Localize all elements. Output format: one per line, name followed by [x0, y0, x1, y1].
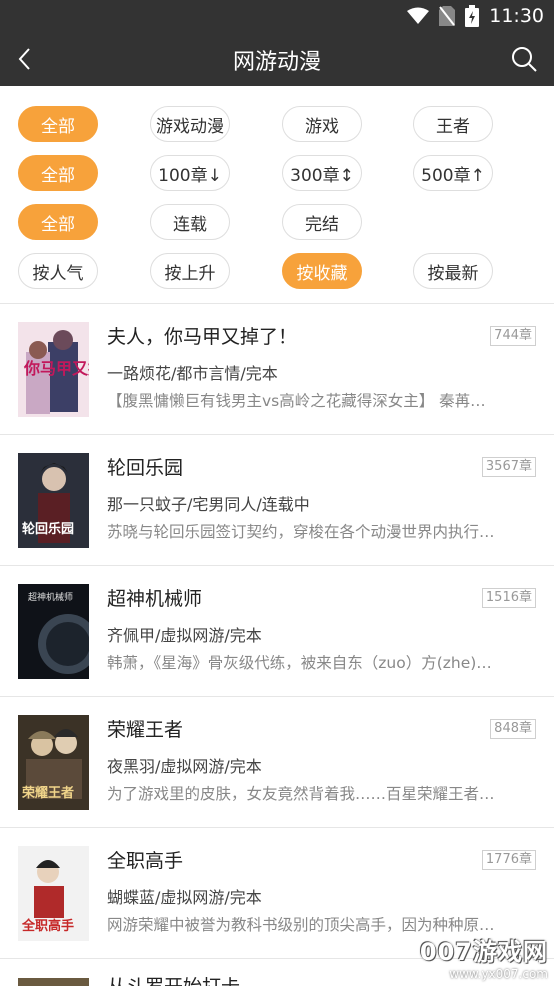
book-cover: 全职高手 [18, 846, 89, 941]
watermark-url: www.yx007.com [449, 967, 548, 981]
filter-category-game[interactable]: 游戏 [282, 106, 362, 142]
filter-length-500[interactable]: 500章↑ [413, 155, 493, 191]
chapter-count-badge: 3567章 [481, 457, 536, 477]
book-meta: 一路烦花/都市言情/完本 [107, 364, 278, 383]
book-title: 轮回乐园 [107, 457, 184, 479]
filter-length-100[interactable]: 100章↓ [150, 155, 230, 191]
filter-status-ongoing[interactable]: 连载 [150, 204, 230, 240]
no-sim-icon [439, 6, 456, 26]
book-cover: 荣耀王者 [18, 715, 89, 810]
book-title: 从斗罗开始打卡 [107, 972, 240, 986]
filter-panel: 全部 游戏动漫 游戏 王者 全部 100章↓ 300章↕ 500章↑ 全部 连载… [0, 86, 554, 304]
cover-title-text: 全职高手 [21, 918, 74, 934]
chapter-count-badge: 848章 [490, 719, 536, 739]
filter-category-game-anime[interactable]: 游戏动漫 [150, 106, 230, 142]
filter-category-all[interactable]: 全部 [18, 106, 98, 142]
chapter-count-badge: 744章 [490, 326, 536, 346]
book-description: 【腹黑慵懒巨有钱男主vs高岭之花藏得深女主】 秦苒… [107, 392, 486, 410]
book-description: 韩萧，《星海》骨灰级代练，被来自东（zuo）方(zhe)… [107, 654, 492, 672]
book-item[interactable]: 轮回乐园 轮回乐园 3567章 那一只蚊子/宅男同人/连载中 苏晓与轮回乐园签订… [0, 435, 554, 566]
cover-title-text: 你马甲又掉了 [23, 359, 89, 378]
book-title: 夫人，你马甲又掉了！ [107, 326, 298, 348]
search-button[interactable] [508, 43, 540, 75]
book-description: 苏晓与轮回乐园签订契约，穿梭在各个动漫世界内执行… [107, 523, 495, 541]
book-description: 为了游戏里的皮肤，女友竟然背着我……百星荣耀王者… [107, 785, 495, 803]
book-cover: 超神机械师 [18, 584, 89, 679]
sort-rising[interactable]: 按上升 [150, 253, 230, 289]
book-item[interactable]: 荣耀王者 荣耀王者 848章 夜黑羽/虚拟网游/完本 为了游戏里的皮肤，女友竟然… [0, 697, 554, 828]
book-meta: 那一只蚊子/宅男同人/连载中 [107, 495, 310, 514]
book-meta: 齐佩甲/虚拟网游/完本 [107, 626, 262, 645]
cover-title-text: 超神机械师 [28, 591, 73, 603]
book-item[interactable]: 超神机械师 超神机械师 1516章 齐佩甲/虚拟网游/完本 韩萧，《星海》骨灰级… [0, 566, 554, 697]
filter-status-all[interactable]: 全部 [18, 204, 98, 240]
filter-length-300[interactable]: 300章↕ [282, 155, 362, 191]
book-title: 荣耀王者 [107, 719, 184, 741]
app-bar: 网游动漫 [0, 32, 554, 86]
book-cover [18, 978, 89, 986]
book-title: 全职高手 [107, 850, 184, 872]
book-meta: 夜黑羽/虚拟网游/完本 [107, 757, 262, 776]
wifi-icon [407, 7, 430, 24]
book-cover: 轮回乐园 [18, 453, 89, 548]
watermark-logo: 007游戏网 www.yx007.com [420, 932, 548, 981]
chapter-count-badge: 1776章 [481, 850, 536, 870]
watermark-brand: 007游戏网 [419, 938, 548, 966]
sort-popularity[interactable]: 按人气 [18, 253, 98, 289]
filter-status-completed[interactable]: 完结 [282, 204, 362, 240]
cover-title-text: 轮回乐园 [22, 521, 74, 537]
status-bar: 11:30 [0, 0, 554, 32]
page-title: 网游动漫 [232, 50, 321, 75]
status-time: 11:30 [489, 5, 544, 27]
filter-category-king[interactable]: 王者 [413, 106, 493, 142]
sort-favorites[interactable]: 按收藏 [282, 253, 362, 289]
battery-charging-icon [465, 5, 480, 27]
book-meta: 蝴蝶蓝/虚拟网游/完本 [107, 888, 262, 907]
cover-title-text: 荣耀王者 [21, 785, 74, 801]
search-icon [512, 47, 537, 72]
status-icons: 11:30 [407, 4, 544, 28]
filter-length-all[interactable]: 全部 [18, 155, 98, 191]
book-cover: 你马甲又掉了 [18, 322, 89, 417]
book-title: 超神机械师 [107, 588, 203, 610]
book-item[interactable]: 你马甲又掉了 夫人，你马甲又掉了！ 744章 一路烦花/都市言情/完本 【腹黑慵… [0, 304, 554, 435]
chapter-count-badge: 1516章 [481, 588, 536, 608]
sort-latest[interactable]: 按最新 [413, 253, 493, 289]
